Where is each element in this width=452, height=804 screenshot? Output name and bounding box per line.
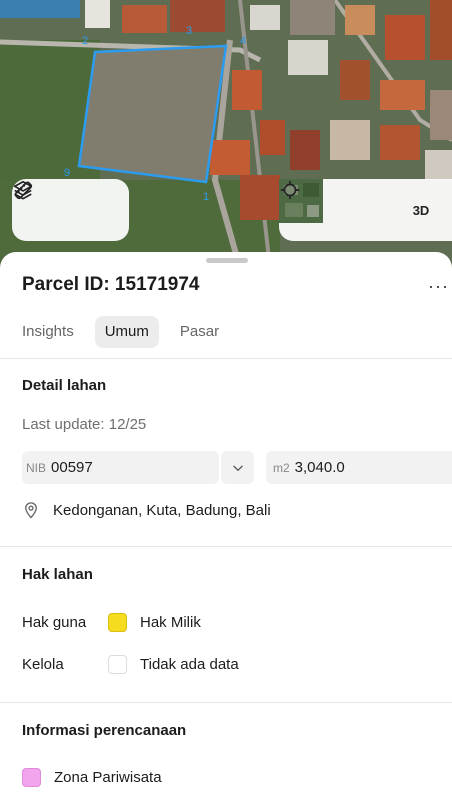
toggle-3d-button[interactable]: 3D [401, 190, 441, 230]
zone-row: Zona Pariwisata [22, 768, 162, 787]
tab-umum[interactable]: Umum [94, 316, 159, 348]
chevron-down-icon [232, 465, 243, 471]
nib-prefix: NIB [26, 460, 47, 475]
map-view-panel: 3D [279, 179, 452, 241]
divider [0, 546, 452, 547]
rights-label: Kelola [22, 656, 64, 673]
divider [0, 358, 452, 359]
rights-value: Hak Milik [140, 614, 201, 631]
more-options-button[interactable]: ··· [428, 276, 449, 297]
location-pin-icon [25, 502, 37, 519]
drag-handle[interactable] [206, 258, 248, 263]
tab-pasar[interactable]: Pasar [170, 316, 229, 348]
parcel-title: Parcel ID: 15171974 [22, 274, 200, 295]
crosshair-icon [280, 180, 300, 200]
rights-row-kelola: Kelola Tidak ada data [22, 655, 239, 674]
vertex-label: 2 [82, 35, 88, 47]
map-tools-panel [12, 179, 129, 241]
rights-label: Hak guna [22, 614, 87, 631]
tab-insights[interactable]: Insights [12, 316, 84, 348]
rights-row-hak-guna: Hak guna Hak Milik [22, 613, 201, 632]
parcel-detail-sheet: Parcel ID: 15171974 ··· Insights Umum Pa… [0, 252, 452, 804]
nib-value: 00597 [51, 459, 93, 476]
no-data-swatch [108, 655, 127, 674]
nib-field[interactable]: NIB 00597 [22, 451, 219, 484]
vertex-label: 1 [203, 191, 209, 203]
detail-section-title: Detail lahan [22, 377, 107, 394]
last-update-text: Last update: 12/25 [22, 416, 147, 433]
area-unit: m2 [273, 460, 290, 475]
location-text: Kedonganan, Kuta, Badung, Bali [53, 501, 271, 519]
nib-dropdown-button[interactable] [221, 451, 254, 484]
zone-text: Zona Pariwisata [54, 769, 162, 786]
area-value: 3,040.0 [294, 459, 345, 476]
divider [0, 702, 452, 703]
planning-section-title: Informasi perencanaan [22, 722, 187, 739]
hak-milik-swatch [108, 613, 127, 632]
zone-swatch [22, 768, 41, 787]
measure-button[interactable] [14, 181, 115, 230]
location-row: Kedonganan, Kuta, Badung, Bali [22, 500, 271, 520]
vertex-label: 3 [186, 25, 192, 37]
label-3d: 3D [412, 202, 430, 218]
vertex-label: 9 [64, 167, 70, 179]
ruler-icon [14, 181, 33, 200]
area-field[interactable]: m2 3,040.0 [266, 451, 452, 484]
locate-button[interactable] [280, 180, 387, 230]
satellite-map[interactable]: 2 3 4 1 9 3D [0, 0, 452, 268]
rights-section-title: Hak lahan [22, 566, 93, 583]
tab-bar: Insights Umum Pasar [12, 316, 240, 348]
vertex-label: 4 [240, 35, 246, 47]
rights-value: Tidak ada data [140, 656, 239, 673]
